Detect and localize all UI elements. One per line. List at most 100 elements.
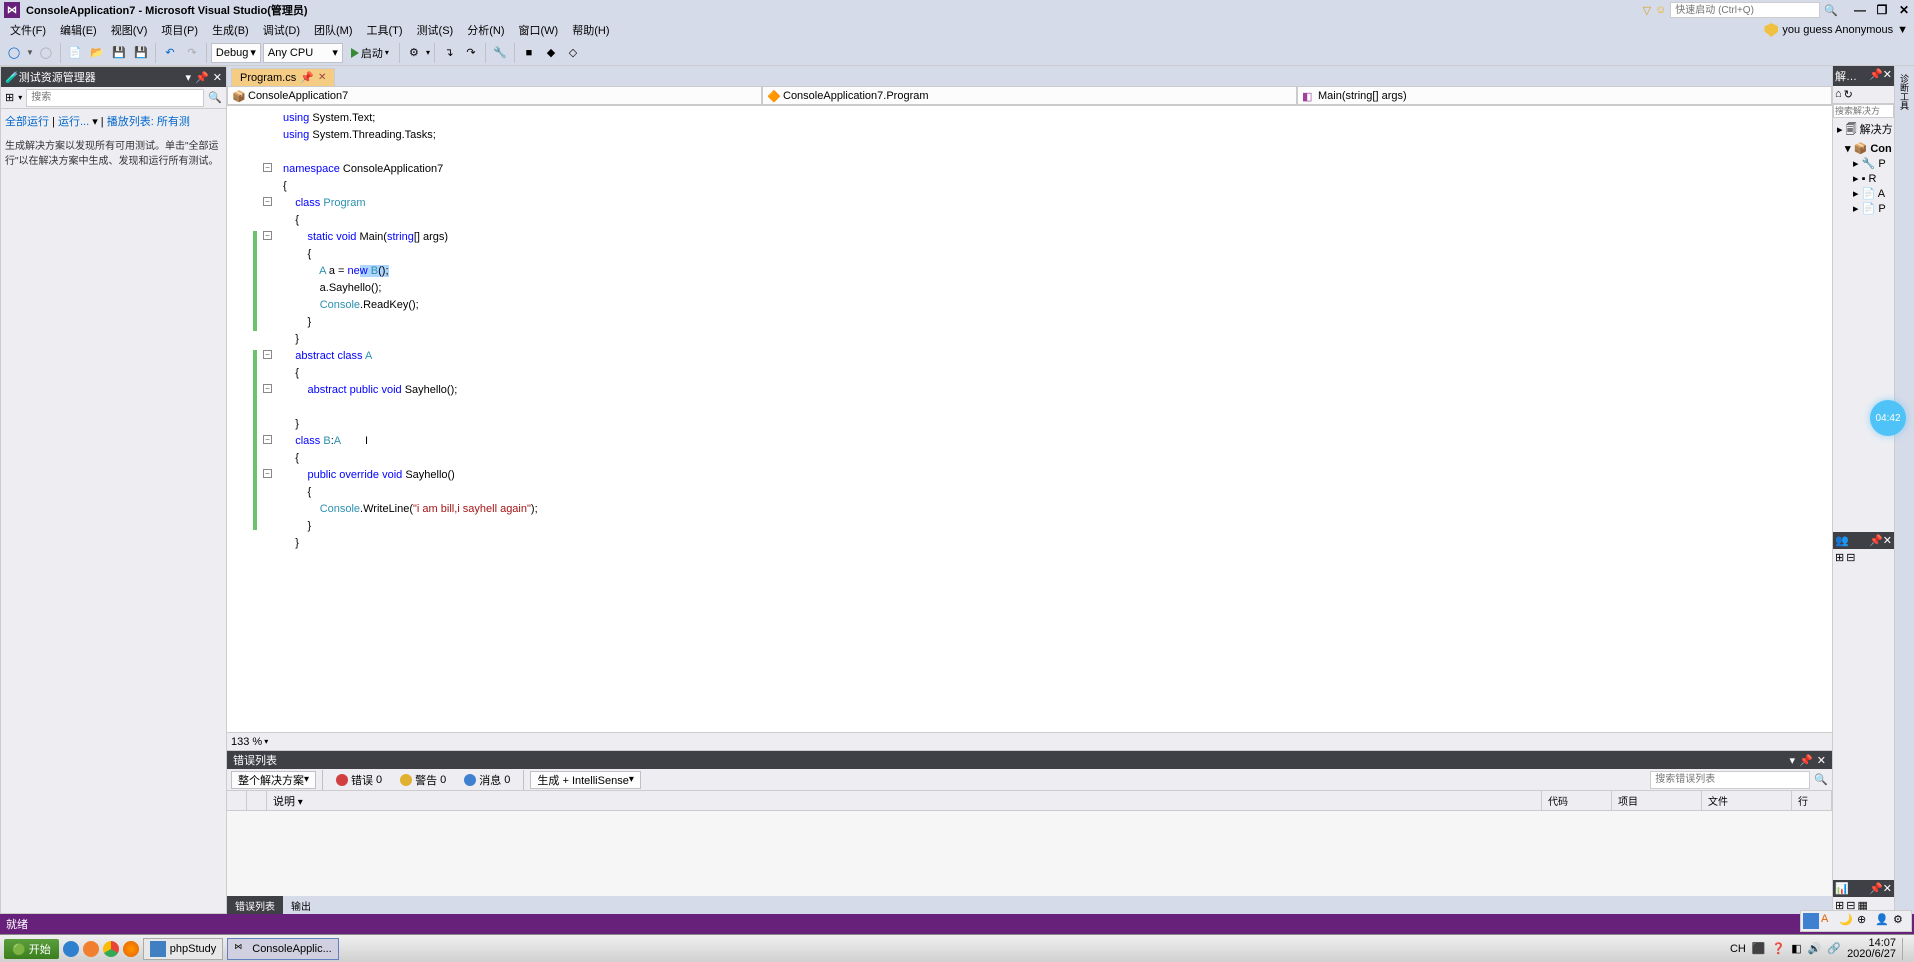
start-debug-button[interactable]: 启动 ▾: [345, 43, 395, 63]
chevron-down-icon[interactable]: ▾: [264, 737, 268, 746]
test-search-input[interactable]: [26, 89, 204, 107]
tray-icon[interactable]: ⬛: [1752, 942, 1766, 955]
close-tab-icon[interactable]: ✕: [318, 72, 326, 83]
col-desc[interactable]: 说明 ▾: [267, 791, 1542, 810]
menu-analyze[interactable]: 分析(N): [461, 20, 510, 40]
step-over-icon[interactable]: ↷: [461, 43, 481, 63]
pin-icon[interactable]: 📌: [1869, 882, 1883, 895]
pin-icon[interactable]: 📌: [1869, 68, 1883, 84]
build-filter-dropdown[interactable]: 生成 + IntelliSense ▾: [530, 771, 640, 789]
tray-icon[interactable]: 🔗: [1827, 942, 1841, 955]
chevron-down-icon[interactable]: ▾: [426, 48, 430, 57]
run-link[interactable]: 运行...: [58, 116, 89, 128]
group-icon[interactable]: ⊞: [5, 91, 14, 104]
refresh-icon[interactable]: ↻: [1844, 88, 1853, 101]
se-item[interactable]: ▾ 📦 Con: [1835, 141, 1892, 156]
playlist-link[interactable]: 播放列表: 所有测: [107, 116, 190, 128]
search-icon[interactable]: 🔍: [208, 91, 222, 104]
te-icon2[interactable]: ⊟: [1846, 551, 1855, 564]
ie-icon[interactable]: [63, 941, 79, 957]
quick-launch-input[interactable]: [1670, 2, 1820, 18]
tray-icon[interactable]: 🔊: [1808, 942, 1822, 955]
fold-icon[interactable]: −: [263, 163, 272, 172]
start-button[interactable]: 🟢 开始: [4, 939, 59, 959]
dropdown-icon[interactable]: ▾: [1790, 754, 1796, 767]
menu-debug[interactable]: 调试(D): [257, 20, 306, 40]
scope-dropdown[interactable]: 整个解决方案 ▾: [231, 771, 316, 789]
se-item[interactable]: ▸ 📄 A: [1835, 186, 1892, 201]
menu-build[interactable]: 生成(B): [206, 20, 255, 40]
close-button[interactable]: ✕: [1894, 2, 1914, 18]
tray-icon[interactable]: ❓: [1772, 942, 1786, 955]
menu-team[interactable]: 团队(M): [308, 20, 359, 40]
se-item[interactable]: ▸ 🔧 P: [1835, 156, 1892, 171]
close-icon[interactable]: ✕: [1883, 534, 1892, 547]
te-icon1[interactable]: ⊞: [1835, 551, 1844, 564]
platform-dropdown[interactable]: Any CPU▾: [263, 43, 343, 63]
team-explorer-icon[interactable]: 👥: [1835, 534, 1849, 547]
tool2-icon[interactable]: ■: [519, 43, 539, 63]
fold-icon[interactable]: −: [263, 435, 272, 444]
status-icon[interactable]: ⚙: [1893, 913, 1909, 929]
se-item[interactable]: ▸ 🗐 解决方: [1835, 120, 1892, 141]
feedback-icon[interactable]: ☺: [1655, 4, 1666, 16]
fold-icon[interactable]: −: [263, 384, 272, 393]
task-phpstudy[interactable]: phpStudy: [143, 938, 223, 960]
minimize-button[interactable]: —: [1850, 2, 1870, 18]
status-icon[interactable]: ⊕: [1857, 913, 1873, 929]
dropdown-icon[interactable]: ▾: [186, 71, 192, 84]
menu-tools[interactable]: 工具(T): [361, 20, 409, 40]
nav-member-dropdown[interactable]: ◧ Main(string[] args): [1297, 86, 1832, 105]
nav-back-icon[interactable]: ◯: [4, 43, 24, 63]
close-icon[interactable]: ✕: [1883, 882, 1892, 895]
fold-icon[interactable]: −: [263, 469, 272, 478]
chrome-icon[interactable]: [103, 941, 119, 957]
messages-filter-button[interactable]: 消息 0: [457, 771, 517, 789]
chevron-down-icon[interactable]: ▾: [18, 93, 22, 102]
user-banner[interactable]: you guess Anonymous: [1782, 24, 1893, 36]
pin-icon[interactable]: 📌: [1869, 534, 1883, 547]
tray-icon[interactable]: ◧: [1791, 942, 1801, 955]
tab-output[interactable]: 输出: [283, 896, 319, 914]
code-editor[interactable]: − − − − − − − using System.Text; using S…: [227, 106, 1832, 732]
menu-file[interactable]: 文件(F): [4, 20, 52, 40]
save-all-icon[interactable]: 💾: [131, 43, 151, 63]
timer-badge[interactable]: 04:42: [1870, 400, 1906, 436]
home-icon[interactable]: ⌂: [1835, 88, 1842, 101]
col-file[interactable]: 文件: [1702, 791, 1792, 810]
col-code[interactable]: 代码: [1542, 791, 1612, 810]
notification-icon[interactable]: ▽: [1643, 4, 1651, 17]
new-file-icon[interactable]: 📄: [65, 43, 85, 63]
restore-button[interactable]: ❐: [1872, 2, 1892, 18]
nav-project-dropdown[interactable]: 📦 ConsoleApplication7: [227, 86, 762, 105]
pinned-icon[interactable]: 📌: [300, 71, 314, 84]
nav-fwd-icon[interactable]: ◯: [36, 43, 56, 63]
col-line[interactable]: 行: [1792, 791, 1832, 810]
error-search-input[interactable]: [1650, 771, 1810, 789]
chevron-down-icon[interactable]: ▼: [26, 48, 34, 57]
menu-project[interactable]: 项目(P): [155, 20, 204, 40]
menu-window[interactable]: 窗口(W): [513, 20, 565, 40]
se-item[interactable]: ▸ 📄 P: [1835, 201, 1892, 216]
warnings-filter-button[interactable]: 警告 0: [393, 771, 453, 789]
run-all-link[interactable]: 全部运行: [5, 116, 49, 128]
vert-tab[interactable]: 诊断工具: [1898, 70, 1911, 114]
tool-icon[interactable]: 🔧: [490, 43, 510, 63]
tab-program-cs[interactable]: Program.cs 📌 ✕: [231, 68, 335, 86]
tool3-icon[interactable]: ◆: [541, 43, 561, 63]
pin-icon[interactable]: 📌: [195, 71, 209, 84]
status-icon[interactable]: 🌙: [1839, 913, 1855, 929]
task-vs[interactable]: ⋈ ConsoleApplic...: [227, 938, 339, 960]
menu-view[interactable]: 视图(V): [105, 20, 154, 40]
fold-icon[interactable]: −: [263, 197, 272, 206]
clock[interactable]: 14:07 2020/6/27: [1847, 938, 1896, 960]
save-icon[interactable]: 💾: [109, 43, 129, 63]
nav-class-dropdown[interactable]: 🔶 ConsoleApplication7.Program: [762, 86, 1297, 105]
solution-tree[interactable]: ▸ 🗐 解决方 ▾ 📦 Con ▸ 🔧 P ▸ ▪ R ▸ 📄 A ▸ 📄 P: [1833, 118, 1894, 218]
se-search-input[interactable]: [1833, 104, 1894, 118]
wmp-icon[interactable]: [83, 941, 99, 957]
menu-edit[interactable]: 编辑(E): [54, 20, 103, 40]
open-file-icon[interactable]: 📂: [87, 43, 107, 63]
status-icon[interactable]: [1803, 913, 1819, 929]
fold-icon[interactable]: −: [263, 231, 272, 240]
